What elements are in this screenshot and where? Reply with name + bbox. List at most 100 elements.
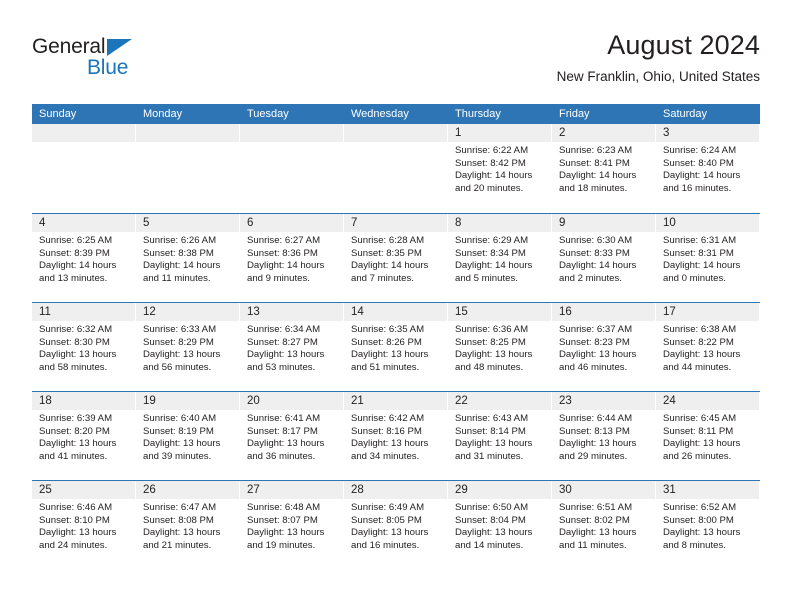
calendar-day-cell[interactable]: 3 Sunrise: 6:24 AM Sunset: 8:40 PM Daylight… bbox=[656, 124, 760, 213]
calendar-day-cell[interactable]: 30 Sunrise: 6:51 AM Sunset: 8:02 PM Dayligh… bbox=[552, 481, 656, 572]
sunrise-text: Sunrise: 6:35 AM bbox=[351, 324, 425, 335]
day-number bbox=[344, 124, 447, 142]
calendar-day-cell[interactable]: 8 Sunrise: 6:29 AM Sunset: 8:34 PM Daylight… bbox=[448, 214, 552, 302]
calendar-day-cell[interactable]: 17 Sunrise: 6:38 AM Sunset: 8:22 PM Dayligh… bbox=[656, 303, 760, 391]
sunrise-text: Sunrise: 6:41 AM bbox=[247, 413, 321, 424]
day-number: 15 bbox=[448, 303, 551, 321]
day-sun-info: Sunrise: 6:35 AM Sunset: 8:26 PM Daylight:… bbox=[344, 321, 447, 374]
calendar-grid: Sunday Monday Tuesday Wednesday Thursday… bbox=[32, 104, 760, 572]
calendar-day-cell[interactable]: 23 Sunrise: 6:44 AM Sunset: 8:13 PM Dayligh… bbox=[552, 392, 656, 480]
day-number: 31 bbox=[656, 481, 759, 499]
calendar-day-cell[interactable]: 16 Sunrise: 6:37 AM Sunset: 8:23 PM Dayligh… bbox=[552, 303, 656, 391]
calendar-day-cell[interactable]: 1 Sunrise: 6:22 AM Sunset: 8:42 PM Daylight… bbox=[448, 124, 552, 213]
sunset-text: Sunset: 8:07 PM bbox=[247, 514, 318, 526]
calendar-week-row: 11 Sunrise: 6:32 AM Sunset: 8:30 PM Dayligh… bbox=[32, 302, 760, 391]
calendar-day-cell[interactable]: 5 Sunrise: 6:26 AM Sunset: 8:38 PM Daylight… bbox=[136, 214, 240, 302]
sunrise-text: Sunrise: 6:27 AM bbox=[247, 235, 321, 246]
calendar-day-cell[interactable]: 11 Sunrise: 6:32 AM Sunset: 8:30 PM Dayligh… bbox=[32, 303, 136, 391]
daylight-text-line2: and 13 minutes. bbox=[39, 272, 108, 284]
sunrise-text: Sunrise: 6:30 AM bbox=[559, 235, 633, 246]
page-title: August 2024 bbox=[607, 30, 760, 60]
day-sun-info: Sunrise: 6:28 AM Sunset: 8:35 PM Daylight:… bbox=[344, 232, 447, 285]
daylight-text-line1: Daylight: 14 hours bbox=[247, 260, 325, 272]
page-header: General Blue August 2024 New Franklin, O… bbox=[0, 0, 792, 104]
day-number: 4 bbox=[32, 214, 135, 232]
sunrise-text: Sunrise: 6:46 AM bbox=[39, 502, 113, 513]
daylight-text-line1: Daylight: 13 hours bbox=[455, 349, 533, 361]
title-block: August 2024 New Franklin, Ohio, United S… bbox=[557, 30, 760, 85]
daylight-text-line2: and 18 minutes. bbox=[559, 182, 628, 194]
calendar-day-cell[interactable]: 4 Sunrise: 6:25 AM Sunset: 8:39 PM Daylight… bbox=[32, 214, 136, 302]
sunset-text: Sunset: 8:38 PM bbox=[143, 247, 214, 259]
day-sun-info: Sunrise: 6:32 AM Sunset: 8:30 PM Daylight:… bbox=[32, 321, 135, 374]
daylight-text-line1: Daylight: 13 hours bbox=[247, 349, 325, 361]
day-sun-info: Sunrise: 6:46 AM Sunset: 8:10 PM Daylight:… bbox=[32, 499, 135, 552]
sunrise-text: Sunrise: 6:34 AM bbox=[247, 324, 321, 335]
daylight-text-line2: and 16 minutes. bbox=[663, 182, 732, 194]
calendar-day-cell[interactable]: 31 Sunrise: 6:52 AM Sunset: 8:00 PM Dayligh… bbox=[656, 481, 760, 572]
sunrise-text: Sunrise: 6:33 AM bbox=[143, 324, 217, 335]
calendar-day-cell[interactable]: 20 Sunrise: 6:41 AM Sunset: 8:17 PM Dayligh… bbox=[240, 392, 344, 480]
calendar-day-cell[interactable]: 22 Sunrise: 6:43 AM Sunset: 8:14 PM Dayligh… bbox=[448, 392, 552, 480]
daylight-text-line2: and 31 minutes. bbox=[455, 450, 524, 462]
calendar-day-cell[interactable]: 10 Sunrise: 6:31 AM Sunset: 8:31 PM Dayligh… bbox=[656, 214, 760, 302]
calendar-day-cell[interactable]: 28 Sunrise: 6:49 AM Sunset: 8:05 PM Dayligh… bbox=[344, 481, 448, 572]
page-subtitle: New Franklin, Ohio, United States bbox=[556, 69, 760, 85]
calendar-day-cell[interactable]: 26 Sunrise: 6:47 AM Sunset: 8:08 PM Dayligh… bbox=[136, 481, 240, 572]
calendar-day-cell[interactable]: 7 Sunrise: 6:28 AM Sunset: 8:35 PM Daylight… bbox=[344, 214, 448, 302]
day-number: 16 bbox=[552, 303, 655, 321]
day-sun-info: Sunrise: 6:39 AM Sunset: 8:20 PM Daylight:… bbox=[32, 410, 135, 463]
day-number: 24 bbox=[656, 392, 759, 410]
calendar-day-cell[interactable]: 19 Sunrise: 6:40 AM Sunset: 8:19 PM Dayligh… bbox=[136, 392, 240, 480]
sunset-text: Sunset: 8:41 PM bbox=[559, 157, 630, 169]
sunrise-text: Sunrise: 6:25 AM bbox=[39, 235, 113, 246]
calendar-day-cell[interactable]: 2 Sunrise: 6:23 AM Sunset: 8:41 PM Daylight… bbox=[552, 124, 656, 213]
day-sun-info: Sunrise: 6:29 AM Sunset: 8:34 PM Daylight:… bbox=[448, 232, 551, 285]
daylight-text-line2: and 9 minutes. bbox=[247, 272, 310, 284]
calendar-day-cell[interactable]: 18 Sunrise: 6:39 AM Sunset: 8:20 PM Dayligh… bbox=[32, 392, 136, 480]
daylight-text-line2: and 46 minutes. bbox=[559, 361, 628, 373]
daylight-text-line1: Daylight: 14 hours bbox=[559, 170, 637, 182]
sunrise-text: Sunrise: 6:50 AM bbox=[455, 502, 529, 513]
day-sun-info: Sunrise: 6:41 AM Sunset: 8:17 PM Daylight:… bbox=[240, 410, 343, 463]
calendar-page: General Blue August 2024 New Franklin, O… bbox=[0, 0, 792, 612]
calendar-day-cell[interactable]: 21 Sunrise: 6:42 AM Sunset: 8:16 PM Dayligh… bbox=[344, 392, 448, 480]
sunrise-text: Sunrise: 6:37 AM bbox=[559, 324, 633, 335]
sunset-text: Sunset: 8:19 PM bbox=[143, 425, 214, 437]
day-number: 14 bbox=[344, 303, 447, 321]
sunrise-text: Sunrise: 6:42 AM bbox=[351, 413, 425, 424]
sunrise-text: Sunrise: 6:44 AM bbox=[559, 413, 633, 424]
daylight-text-line2: and 14 minutes. bbox=[455, 539, 524, 551]
day-sun-info: Sunrise: 6:22 AM Sunset: 8:42 PM Daylight:… bbox=[448, 142, 551, 195]
calendar-day-cell[interactable]: 24 Sunrise: 6:45 AM Sunset: 8:11 PM Dayligh… bbox=[656, 392, 760, 480]
calendar-day-cell[interactable]: 6 Sunrise: 6:27 AM Sunset: 8:36 PM Daylight… bbox=[240, 214, 344, 302]
calendar-day-cell[interactable]: 25 Sunrise: 6:46 AM Sunset: 8:10 PM Dayligh… bbox=[32, 481, 136, 572]
calendar-week-row: 25 Sunrise: 6:46 AM Sunset: 8:10 PM Dayligh… bbox=[32, 480, 760, 572]
sunset-text: Sunset: 8:04 PM bbox=[455, 514, 526, 526]
sunset-text: Sunset: 8:08 PM bbox=[143, 514, 214, 526]
day-number: 23 bbox=[552, 392, 655, 410]
sunrise-text: Sunrise: 6:31 AM bbox=[663, 235, 737, 246]
calendar-day-cell[interactable]: 29 Sunrise: 6:50 AM Sunset: 8:04 PM Dayligh… bbox=[448, 481, 552, 572]
calendar-day-cell[interactable]: 13 Sunrise: 6:34 AM Sunset: 8:27 PM Dayligh… bbox=[240, 303, 344, 391]
calendar-day-cell[interactable]: 14 Sunrise: 6:35 AM Sunset: 8:26 PM Dayligh… bbox=[344, 303, 448, 391]
daylight-text-line1: Daylight: 13 hours bbox=[247, 527, 325, 539]
calendar-day-cell[interactable]: 9 Sunrise: 6:30 AM Sunset: 8:33 PM Daylight… bbox=[552, 214, 656, 302]
day-sun-info: Sunrise: 6:45 AM Sunset: 8:11 PM Daylight:… bbox=[656, 410, 759, 463]
sunset-text: Sunset: 8:13 PM bbox=[559, 425, 630, 437]
general-blue-logo[interactable]: General Blue bbox=[32, 36, 172, 84]
day-number: 26 bbox=[136, 481, 239, 499]
sunrise-text: Sunrise: 6:52 AM bbox=[663, 502, 737, 513]
day-number bbox=[32, 124, 135, 142]
daylight-text-line2: and 53 minutes. bbox=[247, 361, 316, 373]
blue-triangle-icon bbox=[107, 39, 132, 56]
day-sun-info: Sunrise: 6:47 AM Sunset: 8:08 PM Daylight:… bbox=[136, 499, 239, 552]
calendar-day-cell[interactable]: 15 Sunrise: 6:36 AM Sunset: 8:25 PM Dayligh… bbox=[448, 303, 552, 391]
calendar-day-cell[interactable]: 12 Sunrise: 6:33 AM Sunset: 8:29 PM Dayligh… bbox=[136, 303, 240, 391]
calendar-day-cell-empty bbox=[136, 124, 240, 213]
daylight-text-line2: and 5 minutes. bbox=[455, 272, 518, 284]
day-number: 11 bbox=[32, 303, 135, 321]
sunset-text: Sunset: 8:30 PM bbox=[39, 336, 110, 348]
sunrise-text: Sunrise: 6:48 AM bbox=[247, 502, 321, 513]
calendar-day-cell[interactable]: 27 Sunrise: 6:48 AM Sunset: 8:07 PM Dayligh… bbox=[240, 481, 344, 572]
